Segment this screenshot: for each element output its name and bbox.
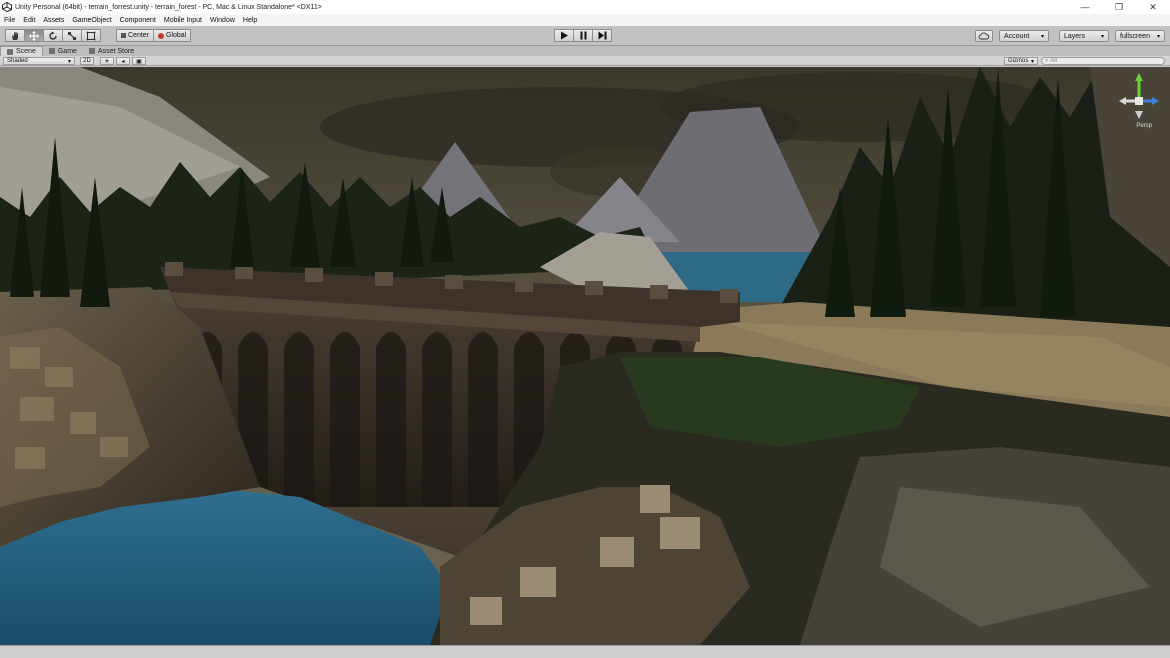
rotate-icon [49,31,57,40]
draw-mode-label: Shaded [7,58,28,64]
window-controls: — ❐ ✕ [1068,0,1170,14]
terrain-scene-render [0,67,1170,645]
step-button[interactable] [592,29,612,42]
gizmos-dropdown[interactable]: Gizmos ▾ [1004,57,1038,65]
game-controller-icon [48,48,55,54]
unity-logo-icon [2,2,12,12]
pivot-global-toggle[interactable]: Global [153,29,192,42]
scene-viewport[interactable]: Persp [0,67,1170,645]
window-title: Unity Personal (64bit) - terrain_forrest… [15,3,322,11]
rotate-tool-button[interactable] [43,29,63,42]
move-tool-button[interactable] [24,29,44,42]
scale-icon [68,31,76,40]
menu-help[interactable]: Help [243,17,257,24]
hierarchy-search-input[interactable]: ⌕ All [1041,57,1165,65]
rect-transform-icon [86,31,96,40]
menu-gameobject[interactable]: GameObject [72,17,111,24]
audio-toggle[interactable]: ◂ [116,57,130,65]
menu-mobile-input[interactable]: Mobile Input [164,17,202,24]
tab-game[interactable]: Game [43,46,83,56]
persp-label: Persp [1136,123,1152,129]
search-icon: ⌕ [1045,57,1049,64]
effects-dropdown[interactable]: ▣ [132,57,146,65]
menu-edit[interactable]: Edit [23,17,35,24]
pause-icon [580,31,586,40]
playback-controls [554,29,612,42]
tab-asset-store[interactable]: Asset Store [83,46,140,56]
speaker-icon: ◂ [121,58,125,65]
window-titlebar: Unity Personal (64bit) - terrain_forrest… [0,0,1170,14]
menu-component[interactable]: Component [120,17,156,24]
minimize-button[interactable]: — [1068,0,1102,14]
layers-dropdown[interactable]: Layers ▾ [1059,30,1109,42]
view-tabs: Scene Game Asset Store [0,46,1170,56]
account-dropdown[interactable]: Account ▾ [999,30,1049,42]
rect-tool-button[interactable] [81,29,101,42]
caret-down-icon: ▾ [1030,58,1034,65]
layout-label: fullscreen [1120,32,1150,40]
2d-toggle[interactable]: 2D [80,57,94,65]
layout-dropdown[interactable]: fullscreen ▾ [1115,30,1165,42]
center-pivot-icon [121,33,126,38]
globe-icon [158,32,165,39]
play-button[interactable] [554,29,574,42]
menu-window[interactable]: Window [210,17,235,24]
close-button[interactable]: ✕ [1136,0,1170,14]
scale-tool-button[interactable] [62,29,82,42]
gizmos-label: Gizmos [1008,58,1029,64]
caret-down-icon: ▾ [1156,33,1160,40]
store-bag-icon [88,48,95,54]
status-bar [0,645,1170,658]
pause-button[interactable] [573,29,593,42]
step-icon [598,31,606,40]
draw-mode-dropdown[interactable]: Shaded ▾ [3,57,75,65]
scene-grid-icon [7,48,13,55]
move-arrows-icon [29,30,39,41]
transform-tools [5,29,101,42]
pivot-controls: Center Global [116,29,192,42]
maximize-button[interactable]: ❐ [1102,0,1136,14]
caret-down-icon: ▾ [67,58,71,65]
play-icon [560,31,568,40]
lighting-toggle[interactable]: ☀ [100,57,114,65]
image-effects-icon: ▣ [136,58,142,65]
caret-down-icon: ▾ [1100,33,1104,40]
menu-file[interactable]: File [4,17,15,24]
pivot-center-toggle[interactable]: Center [116,29,155,42]
cloud-icon [978,32,990,40]
hand-icon [12,31,18,40]
sun-icon: ☀ [104,58,110,65]
tab-label: Asset Store [97,47,135,55]
menu-assets[interactable]: Assets [43,17,64,24]
scene-view-controls: Shaded ▾ 2D ☀ ◂ ▣ Gizmos ▾ ⌕ All [0,56,1170,66]
search-placeholder: All [1050,58,1058,64]
caret-down-icon: ▾ [1040,33,1044,40]
pivot-label: Center [128,32,150,39]
tab-label: Scene [16,48,36,55]
collab-cloud-button[interactable] [975,30,993,42]
2d-label: 2D [83,58,91,64]
tab-scene[interactable]: Scene [0,46,43,56]
menu-bar: File Edit Assets GameObject Component Mo… [0,14,1170,26]
space-label: Global [166,32,187,39]
tab-label: Game [57,47,77,55]
main-toolbar: Center Global Account ▾ Layers ▾ fullscr… [0,26,1170,46]
account-label: Account [1004,32,1030,40]
layers-label: Layers [1064,32,1086,40]
hand-tool-button[interactable] [5,29,25,42]
